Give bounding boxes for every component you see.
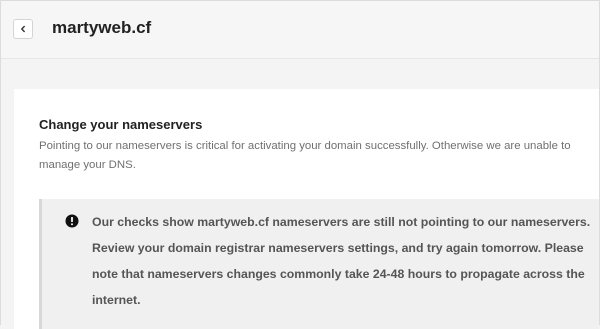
back-button[interactable] bbox=[13, 19, 33, 39]
nameservers-card: Change your nameservers Pointing to our … bbox=[14, 89, 599, 329]
nameserver-warning-alert: Our checks show martyweb.cf nameservers … bbox=[39, 199, 599, 329]
exclamation-circle-icon bbox=[65, 214, 79, 228]
section-title: Change your nameservers bbox=[39, 117, 203, 132]
page-title: martyweb.cf bbox=[52, 18, 152, 37]
section-description: Pointing to our nameservers is critical … bbox=[39, 140, 571, 171]
page-header: martyweb.cf bbox=[1, 1, 599, 59]
alert-message: Our checks show martyweb.cf nameservers … bbox=[92, 215, 591, 307]
chevron-left-icon bbox=[21, 25, 25, 33]
